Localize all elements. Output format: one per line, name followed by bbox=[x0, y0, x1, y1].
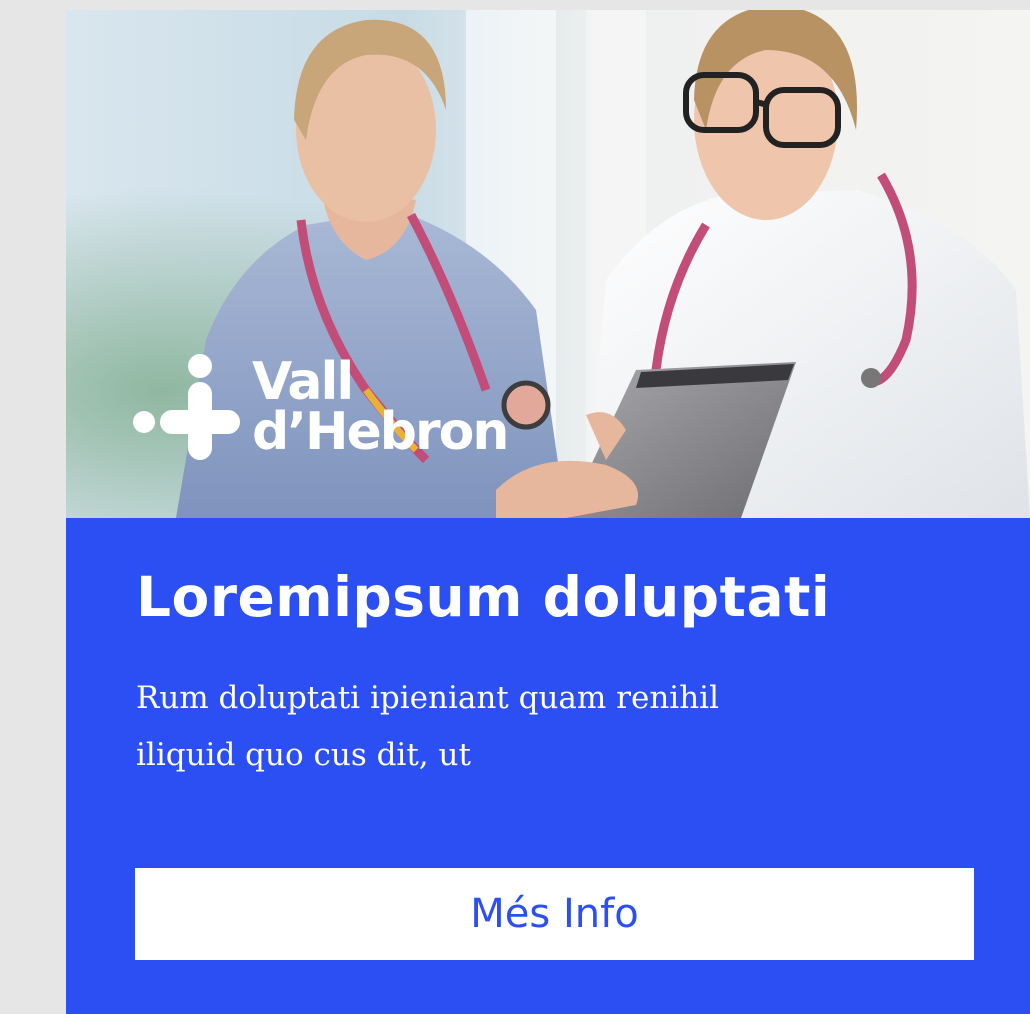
vall-dhebron-cross-icon bbox=[133, 354, 240, 460]
description-line-1: Rum doluptati ipieniant quam renihil bbox=[136, 680, 719, 716]
description-line-2: iliquid quo cus dit, ut bbox=[136, 737, 471, 773]
logo-line-2: d’Hebron bbox=[252, 402, 509, 462]
promo-card: Vall d’Hebron Loremipsum doluptati Rum d… bbox=[66, 10, 1030, 1014]
logo-line-1: Vall bbox=[252, 352, 354, 412]
vall-dhebron-logo: Vall d’Hebron bbox=[132, 352, 509, 462]
content-panel: Loremipsum doluptati Rum doluptati ipien… bbox=[66, 518, 1030, 1014]
logo-wordmark: Vall d’Hebron bbox=[252, 352, 509, 462]
hero-photo: Vall d’Hebron bbox=[66, 10, 1030, 518]
card-description: Rum doluptati ipieniant quam renihil ili… bbox=[136, 670, 836, 784]
more-info-button[interactable]: Més Info bbox=[135, 868, 974, 960]
card-title: Loremipsum doluptati bbox=[136, 565, 831, 629]
